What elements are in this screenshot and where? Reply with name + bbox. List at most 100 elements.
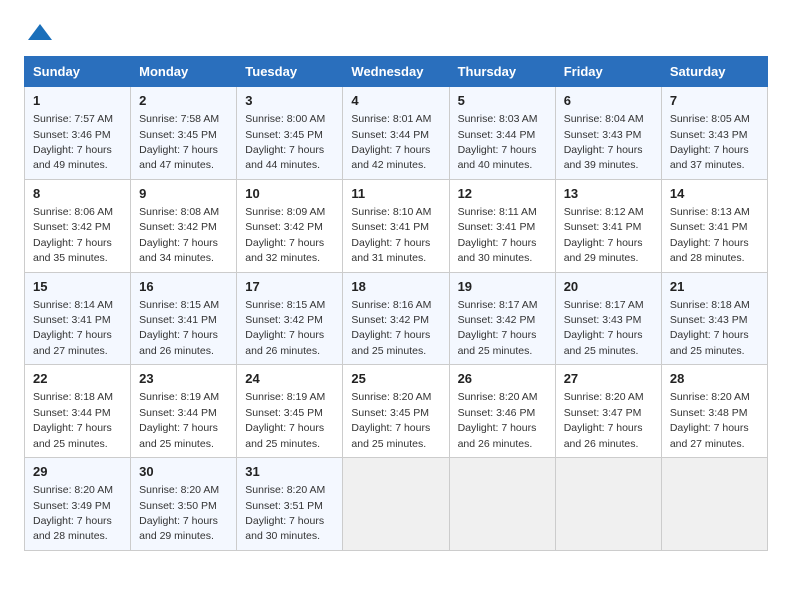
calendar-cell: 31 Sunrise: 8:20 AMSunset: 3:51 PMDayligh… [237,458,343,551]
calendar-week-2: 8 Sunrise: 8:06 AMSunset: 3:42 PMDaylight… [25,179,768,272]
calendar-cell [555,458,661,551]
calendar-cell: 18 Sunrise: 8:16 AMSunset: 3:42 PMDayligh… [343,272,449,365]
day-info: Sunrise: 7:57 AMSunset: 3:46 PMDaylight:… [33,113,113,171]
day-info: Sunrise: 8:12 AMSunset: 3:41 PMDaylight:… [564,206,644,264]
calendar-cell: 6 Sunrise: 8:04 AMSunset: 3:43 PMDaylight… [555,87,661,180]
calendar-week-5: 29 Sunrise: 8:20 AMSunset: 3:49 PMDayligh… [25,458,768,551]
day-number: 19 [458,278,549,296]
day-info: Sunrise: 8:20 AMSunset: 3:51 PMDaylight:… [245,484,325,542]
calendar-cell: 2 Sunrise: 7:58 AMSunset: 3:45 PMDaylight… [131,87,237,180]
day-number: 14 [670,185,761,203]
day-number: 5 [458,92,549,110]
day-number: 23 [139,370,230,388]
day-number: 12 [458,185,549,203]
day-info: Sunrise: 8:11 AMSunset: 3:41 PMDaylight:… [458,206,537,264]
day-info: Sunrise: 8:08 AMSunset: 3:42 PMDaylight:… [139,206,219,264]
logo [24,20,54,48]
col-header-sunday: Sunday [25,57,131,87]
day-number: 16 [139,278,230,296]
day-number: 17 [245,278,336,296]
calendar-cell: 24 Sunrise: 8:19 AMSunset: 3:45 PMDayligh… [237,365,343,458]
calendar-week-1: 1Sunrise: 7:57 AMSunset: 3:46 PMDaylight… [25,87,768,180]
day-info: Sunrise: 8:19 AMSunset: 3:44 PMDaylight:… [139,391,219,449]
calendar-cell: 28 Sunrise: 8:20 AMSunset: 3:48 PMDayligh… [661,365,767,458]
col-header-thursday: Thursday [449,57,555,87]
day-info: Sunrise: 8:01 AMSunset: 3:44 PMDaylight:… [351,113,431,171]
day-info: Sunrise: 8:05 AMSunset: 3:43 PMDaylight:… [670,113,750,171]
day-number: 10 [245,185,336,203]
day-info: Sunrise: 8:16 AMSunset: 3:42 PMDaylight:… [351,299,431,357]
calendar-cell: 19 Sunrise: 8:17 AMSunset: 3:42 PMDayligh… [449,272,555,365]
day-number: 27 [564,370,655,388]
calendar-cell: 15 Sunrise: 8:14 AMSunset: 3:41 PMDayligh… [25,272,131,365]
calendar-cell: 29 Sunrise: 8:20 AMSunset: 3:49 PMDayligh… [25,458,131,551]
day-number: 25 [351,370,442,388]
day-info: Sunrise: 8:17 AMSunset: 3:43 PMDaylight:… [564,299,644,357]
calendar-cell: 11 Sunrise: 8:10 AMSunset: 3:41 PMDayligh… [343,179,449,272]
day-number: 15 [33,278,124,296]
calendar-cell: 20Sunrise: 8:17 AMSunset: 3:43 PMDayligh… [555,272,661,365]
day-info: Sunrise: 8:20 AMSunset: 3:46 PMDaylight:… [458,391,538,449]
day-number: 13 [564,185,655,203]
day-info: Sunrise: 8:20 AMSunset: 3:49 PMDaylight:… [33,484,113,542]
day-info: Sunrise: 8:20 AMSunset: 3:48 PMDaylight:… [670,391,750,449]
calendar-table: SundayMondayTuesdayWednesdayThursdayFrid… [24,56,768,551]
day-info: Sunrise: 8:06 AMSunset: 3:42 PMDaylight:… [33,206,113,264]
day-info: Sunrise: 8:15 AMSunset: 3:42 PMDaylight:… [245,299,325,357]
calendar-cell: 23 Sunrise: 8:19 AMSunset: 3:44 PMDayligh… [131,365,237,458]
header-row: SundayMondayTuesdayWednesdayThursdayFrid… [25,57,768,87]
day-info: Sunrise: 8:20 AMSunset: 3:47 PMDaylight:… [564,391,644,449]
day-number: 8 [33,185,124,203]
calendar-cell: 16Sunrise: 8:15 AMSunset: 3:41 PMDayligh… [131,272,237,365]
calendar-cell: 27 Sunrise: 8:20 AMSunset: 3:47 PMDayligh… [555,365,661,458]
day-number: 7 [670,92,761,110]
day-number: 2 [139,92,230,110]
col-header-friday: Friday [555,57,661,87]
calendar-cell: 4 Sunrise: 8:01 AMSunset: 3:44 PMDaylight… [343,87,449,180]
calendar-cell: 1Sunrise: 7:57 AMSunset: 3:46 PMDaylight… [25,87,131,180]
calendar-cell: 7 Sunrise: 8:05 AMSunset: 3:43 PMDaylight… [661,87,767,180]
calendar-cell [449,458,555,551]
calendar-cell: 25Sunrise: 8:20 AMSunset: 3:45 PMDayligh… [343,365,449,458]
day-info: Sunrise: 8:17 AMSunset: 3:42 PMDaylight:… [458,299,538,357]
calendar-cell: 5 Sunrise: 8:03 AMSunset: 3:44 PMDaylight… [449,87,555,180]
day-info: Sunrise: 8:03 AMSunset: 3:44 PMDaylight:… [458,113,538,171]
day-number: 9 [139,185,230,203]
calendar-cell: 8 Sunrise: 8:06 AMSunset: 3:42 PMDaylight… [25,179,131,272]
day-info: Sunrise: 7:58 AMSunset: 3:45 PMDaylight:… [139,113,219,171]
day-number: 4 [351,92,442,110]
calendar-cell: 26 Sunrise: 8:20 AMSunset: 3:46 PMDayligh… [449,365,555,458]
day-number: 11 [351,185,442,203]
day-info: Sunrise: 8:09 AMSunset: 3:42 PMDaylight:… [245,206,325,264]
day-number: 28 [670,370,761,388]
calendar-cell: 17 Sunrise: 8:15 AMSunset: 3:42 PMDayligh… [237,272,343,365]
calendar-week-3: 15 Sunrise: 8:14 AMSunset: 3:41 PMDayligh… [25,272,768,365]
col-header-tuesday: Tuesday [237,57,343,87]
day-info: Sunrise: 8:20 AMSunset: 3:50 PMDaylight:… [139,484,219,542]
calendar-cell: 3 Sunrise: 8:00 AMSunset: 3:45 PMDaylight… [237,87,343,180]
calendar-week-4: 22 Sunrise: 8:18 AMSunset: 3:44 PMDayligh… [25,365,768,458]
day-info: Sunrise: 8:18 AMSunset: 3:44 PMDaylight:… [33,391,113,449]
day-number: 31 [245,463,336,481]
calendar-cell: 30 Sunrise: 8:20 AMSunset: 3:50 PMDayligh… [131,458,237,551]
calendar-cell [343,458,449,551]
day-number: 6 [564,92,655,110]
day-number: 24 [245,370,336,388]
calendar-cell: 10 Sunrise: 8:09 AMSunset: 3:42 PMDayligh… [237,179,343,272]
logo-icon [26,20,54,48]
day-number: 3 [245,92,336,110]
day-info: Sunrise: 8:14 AMSunset: 3:41 PMDaylight:… [33,299,113,357]
day-number: 30 [139,463,230,481]
day-info: Sunrise: 8:18 AMSunset: 3:43 PMDaylight:… [670,299,750,357]
day-number: 22 [33,370,124,388]
day-number: 29 [33,463,124,481]
col-header-saturday: Saturday [661,57,767,87]
day-info: Sunrise: 8:13 AMSunset: 3:41 PMDaylight:… [670,206,750,264]
day-info: Sunrise: 8:04 AMSunset: 3:43 PMDaylight:… [564,113,644,171]
day-number: 26 [458,370,549,388]
day-info: Sunrise: 8:10 AMSunset: 3:41 PMDaylight:… [351,206,431,264]
day-number: 18 [351,278,442,296]
day-info: Sunrise: 8:19 AMSunset: 3:45 PMDaylight:… [245,391,325,449]
day-info: Sunrise: 8:00 AMSunset: 3:45 PMDaylight:… [245,113,325,171]
calendar-cell: 21Sunrise: 8:18 AMSunset: 3:43 PMDayligh… [661,272,767,365]
